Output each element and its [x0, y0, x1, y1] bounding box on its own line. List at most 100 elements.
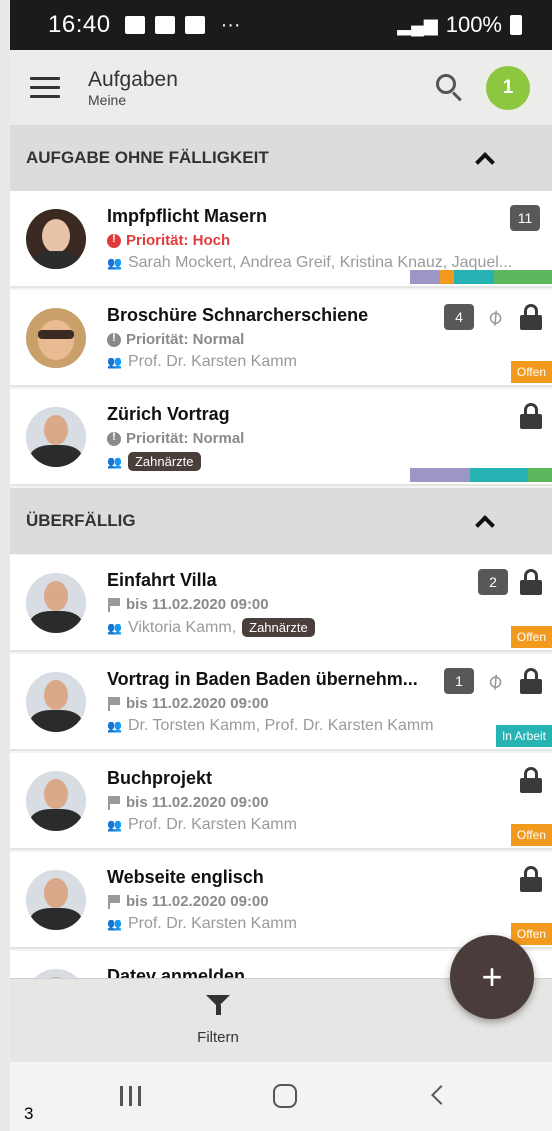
lock-icon [520, 403, 542, 429]
flag-icon [107, 597, 121, 612]
status-badge: In Arbeit [495, 725, 552, 747]
chevron-up-icon[interactable] [475, 152, 495, 172]
lock-icon [520, 304, 542, 330]
task-due-date: bis 11.02.2020 09:00 [107, 794, 269, 811]
notification-icons: ··· [124, 13, 241, 37]
mail-notification-icon [154, 16, 175, 34]
avatar [26, 407, 86, 467]
task-assignees: 👥 Prof. Dr. Karsten Kamm [107, 915, 297, 932]
task-assignees: 👥 Dr. Torsten Kamm, Prof. Dr. Karsten Kam… [107, 717, 434, 734]
task-row[interactable]: Einfahrt Villa bis 11.02.2020 09:00 👥 Vik… [10, 555, 552, 652]
section-title: ÜBERFÄLLIG [26, 511, 136, 530]
task-priority: Priorität: Normal [107, 331, 244, 348]
people-icon: 👥 [107, 719, 122, 733]
task-assignees: 👥 Viktoria Kamm, Zahnärzte [107, 618, 315, 637]
status-bar: 16:40 ··· ▂▄▆ 100% [10, 0, 552, 50]
status-badge: Offen [510, 626, 552, 648]
status-right: ▂▄▆ 100% [397, 12, 522, 38]
people-icon: 👥 [107, 917, 122, 931]
page-title: Aufgaben [88, 67, 178, 91]
page-number: 3 [24, 1104, 34, 1123]
group-tag: Zahnärzte [242, 618, 315, 637]
task-title: Buchprojekt [107, 768, 213, 788]
recent-apps-icon[interactable] [120, 1086, 141, 1106]
people-icon: 👥 [107, 818, 122, 832]
app-titles: Aufgaben Meine [88, 68, 178, 108]
paperclip-icon: ⌀ [481, 302, 508, 331]
hamburger-icon[interactable] [30, 77, 60, 98]
task-title: Impfpflicht Masern [107, 206, 268, 226]
page-subtitle: Meine [88, 91, 127, 108]
add-task-button[interactable]: + [450, 935, 534, 1019]
group-tag: Zahnärzte [127, 452, 201, 471]
linkedin-notification-icon [184, 16, 205, 34]
task-row[interactable]: Impfpflicht Masern Priorität: Hoch 👥Sara… [10, 191, 552, 288]
avatar [26, 672, 86, 732]
search-icon[interactable] [434, 72, 466, 104]
phone-screen: 16:40 ··· ▂▄▆ 100% Aufgaben Meine 1 AUFG… [10, 0, 552, 1131]
comment-count: 4 [444, 304, 474, 330]
lock-icon [520, 866, 542, 892]
avatar [26, 870, 86, 930]
avatar [26, 573, 86, 633]
funnel-icon[interactable] [206, 995, 230, 1015]
people-icon: 👥 [107, 355, 122, 369]
task-due-date: bis 11.02.2020 09:00 [107, 695, 269, 712]
task-due-date: bis 11.02.2020 09:00 [107, 596, 269, 613]
task-assignees: 👥 Prof. Dr. Karsten Kamm [107, 353, 297, 370]
chevron-up-icon[interactable] [475, 515, 495, 535]
task-priority: Priorität: Hoch [107, 232, 230, 249]
task-row[interactable]: Buchprojekt bis 11.02.2020 09:00 👥 Prof. … [10, 753, 552, 850]
filter-label[interactable]: Filtern [180, 1029, 256, 1046]
alert-icon [107, 431, 121, 446]
people-icon: 👥 [107, 620, 122, 635]
task-priority: Priorität: Normal [107, 430, 244, 447]
task-due-date: bis 11.02.2020 09:00 [107, 893, 269, 910]
task-title: Broschüre Schnarcherschiene [107, 305, 369, 325]
battery-level: 100% [445, 12, 502, 37]
paperclip-icon: ⌀ [481, 666, 508, 695]
avatar [26, 209, 86, 269]
user-avatar-badge[interactable]: 1 [486, 65, 530, 110]
calendar-notification-icon [124, 16, 145, 34]
lock-icon [520, 569, 542, 595]
signal-icon: ▂▄▆ [397, 14, 438, 35]
lock-icon [520, 668, 542, 694]
alert-icon [107, 233, 121, 248]
task-row[interactable]: Zürich Vortrag Priorität: Normal 👥 Zahnär… [10, 389, 552, 486]
task-row[interactable]: Vortrag in Baden Baden übernehm... bis 1… [10, 654, 552, 751]
people-icon: 👥 [107, 256, 122, 270]
status-badge: Offen [510, 824, 552, 846]
flag-icon [107, 894, 121, 909]
task-row[interactable]: Webseite englisch bis 11.02.2020 09:00 👥… [10, 852, 552, 949]
more-notifications: ··· [220, 13, 241, 36]
app-bar: Aufgaben Meine 1 [10, 50, 552, 125]
task-title: Zürich Vortrag [107, 404, 230, 424]
avatar [26, 308, 86, 368]
status-badge: Offen [510, 923, 552, 945]
color-bar [410, 270, 552, 284]
back-icon[interactable] [431, 1085, 451, 1105]
status-badge: Offen [510, 361, 552, 383]
system-nav-bar [10, 1062, 552, 1131]
lock-icon [520, 767, 542, 793]
comment-count: 11 [510, 205, 540, 231]
home-icon[interactable] [273, 1084, 297, 1108]
task-title: Webseite englisch [107, 867, 264, 887]
comment-count: 1 [444, 668, 474, 694]
task-title: Vortrag in Baden Baden übernehm... [107, 669, 418, 689]
alert-icon [107, 332, 121, 347]
section-title: AUFGABE OHNE FÄLLIGKEIT [26, 148, 269, 167]
task-title: Einfahrt Villa [107, 570, 217, 590]
status-time: 16:40 [48, 11, 111, 38]
task-assignees: 👥 Zahnärzte [107, 452, 201, 471]
task-row[interactable]: Broschüre Schnarcherschiene Priorität: N… [10, 290, 552, 387]
section-header-overdue[interactable]: ÜBERFÄLLIG [10, 488, 552, 554]
section-header-no-due-date[interactable]: AUFGABE OHNE FÄLLIGKEIT [10, 125, 552, 191]
battery-icon [510, 15, 522, 35]
avatar [26, 771, 86, 831]
task-assignees: 👥 Prof. Dr. Karsten Kamm [107, 816, 297, 833]
comment-count: 2 [478, 569, 508, 595]
people-icon: 👥 [107, 454, 122, 469]
flag-icon [107, 795, 121, 810]
